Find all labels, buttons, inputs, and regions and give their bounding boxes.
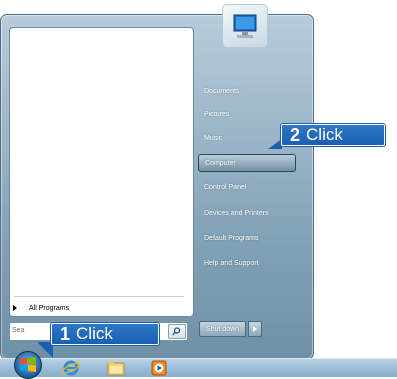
shutdown-arrow-icon bbox=[253, 326, 257, 332]
devices-printers-label: Devices and Printers bbox=[204, 209, 269, 217]
documents-label: Documents bbox=[204, 87, 240, 95]
right-arrow-icon bbox=[13, 305, 17, 311]
taskbar bbox=[0, 358, 397, 377]
file-explorer-icon[interactable] bbox=[107, 360, 125, 376]
pictures-item[interactable]: Pictures bbox=[198, 105, 298, 123]
user-picture-icon[interactable] bbox=[222, 4, 268, 48]
computer-item[interactable]: Computer bbox=[198, 154, 296, 172]
callout-2: 2 Click bbox=[281, 124, 385, 146]
callout-1-text: Click bbox=[76, 324, 113, 343]
help-support-label: Help and Support bbox=[204, 259, 259, 267]
control-panel-item[interactable]: Control Panel bbox=[198, 178, 298, 196]
search-icon bbox=[172, 327, 181, 336]
help-support-item[interactable]: Help and Support bbox=[198, 254, 298, 272]
documents-item[interactable]: Documents bbox=[198, 82, 298, 100]
default-programs-label: Default Programs bbox=[204, 234, 259, 242]
control-panel-label: Control Panel bbox=[204, 183, 247, 191]
shutdown-options-button[interactable] bbox=[248, 321, 262, 337]
pictures-label: Pictures bbox=[204, 110, 230, 118]
all-programs-divider bbox=[14, 296, 184, 297]
shutdown-button[interactable]: Shut down bbox=[199, 321, 246, 337]
music-label: Music bbox=[204, 134, 223, 142]
default-programs-item[interactable]: Default Programs bbox=[198, 229, 298, 247]
programs-pane bbox=[9, 27, 194, 317]
devices-printers-item[interactable]: Devices and Printers bbox=[198, 204, 298, 222]
callout-2-number: 2 bbox=[290, 124, 301, 145]
callout-2-pointer bbox=[268, 139, 282, 149]
search-button[interactable] bbox=[168, 324, 186, 339]
media-player-icon[interactable] bbox=[150, 360, 168, 376]
internet-explorer-icon[interactable] bbox=[62, 360, 80, 376]
all-programs-label: All Programs bbox=[29, 304, 70, 312]
all-programs-button[interactable]: All Programs bbox=[13, 300, 69, 316]
callout-2-text: Click bbox=[306, 125, 343, 144]
shutdown-label: Shut down bbox=[205, 325, 240, 333]
computer-label: Computer bbox=[205, 159, 236, 167]
callout-1: 1 Click bbox=[51, 323, 159, 345]
callout-1-number: 1 bbox=[60, 323, 71, 344]
